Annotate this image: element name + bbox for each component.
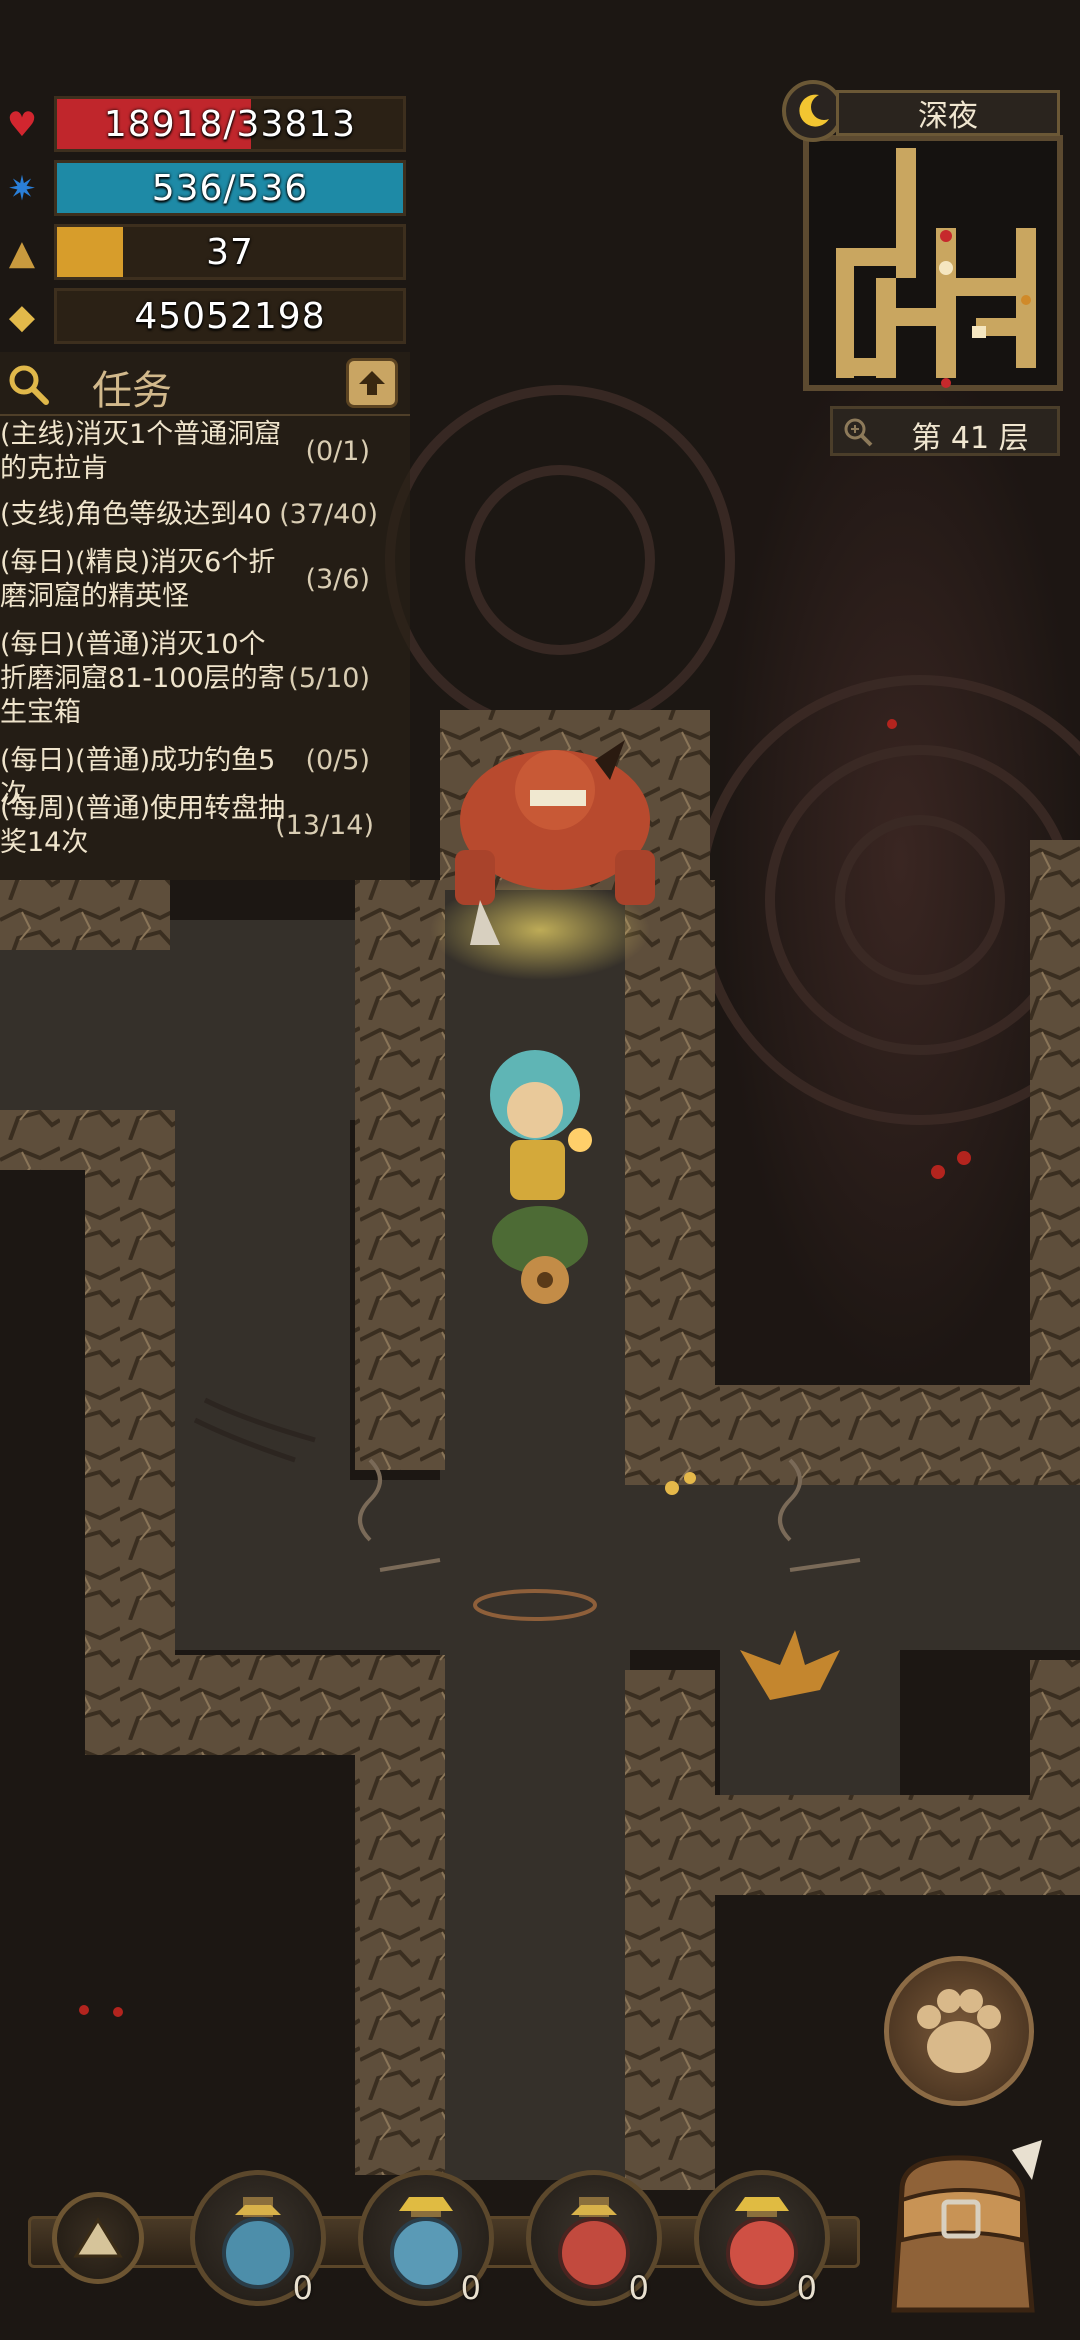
level-value: 37 xyxy=(206,231,254,273)
slot-count: 0 xyxy=(628,2269,649,2307)
floor-label: 第 41 层 xyxy=(911,421,1029,456)
gold-bar: 45052198 xyxy=(54,288,406,344)
slot-count: 0 xyxy=(292,2269,313,2307)
quest-item[interactable]: (每周)(普通)使用转盘抽奖14次 (13/14) xyxy=(0,792,410,860)
gold-value: 45052198 xyxy=(134,295,326,337)
triangle-up-icon xyxy=(73,2217,123,2258)
quest-item[interactable]: (主线)消灭1个普通洞窟的克拉肯 (0/1) xyxy=(0,418,410,486)
potion-slot-1[interactable]: 0 xyxy=(190,2170,326,2307)
quest-panel: 任务 (主线)消灭1个普通洞窟的克拉肯 (0/1) (支线)角色等级达到40 (… xyxy=(0,352,410,880)
quest-progress: (0/5) xyxy=(305,745,370,776)
quest-title: 任务 xyxy=(92,368,172,414)
quest-progress: (5/10) xyxy=(288,663,370,694)
quest-item[interactable]: (每日)(普通)消灭10个折磨洞窟81-100层的寄生宝箱 (5/10) xyxy=(0,628,410,730)
potion-slot-3[interactable]: 0 xyxy=(526,2170,662,2307)
quest-item[interactable]: (每日)(精良)消灭6个折磨洞窟的精英怪 (3/6) xyxy=(0,546,410,614)
hp-bar: 18918/33813 xyxy=(54,96,406,152)
level-stat: ▲ 37 xyxy=(0,222,410,284)
search-icon[interactable] xyxy=(6,362,50,406)
zoom-in-icon[interactable] xyxy=(843,417,873,447)
gold-stat: ◆ 45052198 xyxy=(0,286,410,348)
level-triangle-icon: ▲ xyxy=(8,233,36,273)
quest-text: (每周)(普通)使用转盘抽奖14次 xyxy=(0,793,286,858)
mana-icon: ✷ xyxy=(7,169,37,209)
gold-icon: ◆ xyxy=(8,297,36,337)
quest-progress: (37/40) xyxy=(279,499,378,530)
heart-icon: ♥ xyxy=(6,105,38,145)
mp-bar: 536/536 xyxy=(54,160,406,216)
hp-value: 18918/33813 xyxy=(103,103,357,145)
quest-item[interactable]: (每日)(普通)成功钓鱼5次 (0/5) xyxy=(0,744,410,810)
collapse-button[interactable] xyxy=(346,358,398,408)
quest-text: (主线)消灭1个普通洞窟的克拉肯 xyxy=(0,419,282,484)
paw-button[interactable] xyxy=(884,1956,1034,2106)
arrow-up-icon xyxy=(359,371,385,395)
hp-stat: ♥ 18918/33813 xyxy=(0,94,410,156)
quest-text: (每日)(精良)消灭6个折磨洞窟的精英怪 xyxy=(0,547,276,612)
quest-progress: (3/6) xyxy=(305,564,370,595)
slot-count: 0 xyxy=(796,2269,817,2307)
floor-indicator[interactable]: 第 41 层 xyxy=(830,406,1060,456)
crescent-moon-icon xyxy=(799,94,829,127)
potion-slot-4[interactable]: 0 xyxy=(694,2170,830,2307)
xp-bar: 37 xyxy=(54,224,406,280)
mp-stat: ✷ 536/536 xyxy=(0,158,410,220)
slot-count: 0 xyxy=(460,2269,481,2307)
mp-value: 536/536 xyxy=(151,167,309,209)
time-of-day: 深夜 xyxy=(836,90,1060,136)
quest-progress: (13/14) xyxy=(275,810,374,841)
menu-toggle-button[interactable] xyxy=(52,2192,144,2284)
paw-icon xyxy=(917,1989,1001,2073)
potion-slot-2[interactable]: 0 xyxy=(358,2170,494,2307)
backpack-icon xyxy=(891,2140,1042,2313)
backpack-button[interactable] xyxy=(872,2130,1052,2330)
moon-icon xyxy=(782,80,844,142)
quest-progress: (0/1) xyxy=(305,436,370,467)
quest-item[interactable]: (支线)角色等级达到40 (37/40) xyxy=(0,498,410,538)
quest-text: (每日)(普通)消灭10个折磨洞窟81-100层的寄生宝箱 xyxy=(0,629,285,728)
quest-header: 任务 xyxy=(0,352,410,416)
quest-text: (支线)角色等级达到40 xyxy=(0,499,272,530)
